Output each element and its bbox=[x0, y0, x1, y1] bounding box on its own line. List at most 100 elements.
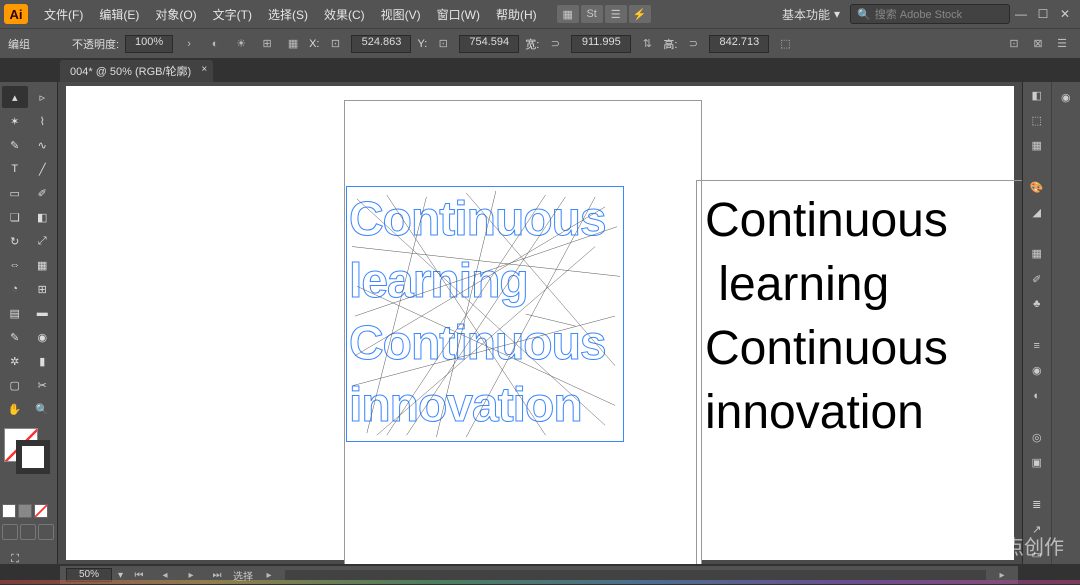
pen-tool[interactable]: ✎ bbox=[2, 134, 28, 156]
workspace-switcher[interactable]: 基本功能 ▾ bbox=[782, 6, 840, 23]
canvas-viewport[interactable]: Continuous learning Continuous innovatio… bbox=[58, 82, 1022, 564]
cc-home-icon[interactable]: ◉ bbox=[1055, 86, 1077, 108]
curvature-tool[interactable]: ∿ bbox=[30, 134, 56, 156]
edit-icon[interactable]: ⊠ bbox=[1028, 34, 1048, 54]
color-guide-panel-icon[interactable]: ◢ bbox=[1026, 203, 1048, 222]
line-tool[interactable]: ╱ bbox=[30, 158, 56, 180]
symbols-panel-icon[interactable]: ♣ bbox=[1026, 295, 1048, 314]
brushes-panel-icon[interactable]: ✐ bbox=[1026, 270, 1048, 289]
window-close[interactable]: ✕ bbox=[1054, 7, 1076, 21]
shaper-tool[interactable]: ❏ bbox=[2, 206, 28, 228]
draw-normal[interactable] bbox=[2, 524, 18, 540]
anchor-h-icon[interactable]: ⊃ bbox=[683, 34, 703, 54]
hand-tool[interactable]: ✋ bbox=[2, 398, 28, 420]
direct-selection-tool[interactable]: ▹ bbox=[30, 86, 56, 108]
mesh-tool[interactable]: ▤ bbox=[2, 302, 28, 324]
x-input[interactable]: 524.863 bbox=[351, 35, 411, 53]
type-tool[interactable]: T bbox=[2, 158, 28, 180]
paintbrush-tool[interactable]: ✐ bbox=[30, 182, 56, 204]
h-input[interactable]: 842.713 bbox=[709, 35, 769, 53]
opacity-input[interactable]: 100% bbox=[125, 35, 173, 53]
menu-window[interactable]: 窗口(W) bbox=[429, 6, 488, 23]
draw-behind[interactable] bbox=[20, 524, 36, 540]
isolate-icon[interactable]: ⊡ bbox=[1004, 34, 1024, 54]
style-icon[interactable]: ◐ bbox=[205, 34, 225, 54]
eyedropper-tool[interactable]: ✎ bbox=[2, 326, 28, 348]
work-area: ▴▹ ✶⌇ ✎∿ T╱ ▭✐ ❏◧ ↻⤢ ⇔▦ ◔⊞ ▤▬ ✎◉ ✲▮ ▢✂ ✋… bbox=[0, 82, 1080, 564]
layers-panel-icon[interactable]: ≣ bbox=[1026, 495, 1048, 514]
recolor-icon[interactable]: ☀ bbox=[231, 34, 251, 54]
w-input[interactable]: 911.995 bbox=[571, 35, 631, 53]
swatches-panel-icon[interactable]: ▦ bbox=[1026, 244, 1048, 263]
artboard-tool[interactable]: ▢ bbox=[2, 374, 28, 396]
magic-wand-tool[interactable]: ✶ bbox=[2, 110, 28, 132]
transparency-panel-icon[interactable]: ◐ bbox=[1026, 386, 1048, 405]
y-input[interactable]: 754.594 bbox=[459, 35, 519, 53]
libraries-panel-icon[interactable]: ⬚ bbox=[1026, 111, 1048, 130]
menu-select[interactable]: 选择(S) bbox=[260, 6, 316, 23]
arrange-icon[interactable]: ☰ bbox=[605, 5, 627, 23]
width-tool[interactable]: ⇔ bbox=[2, 254, 28, 276]
window-max[interactable]: ☐ bbox=[1032, 7, 1054, 21]
draw-inside[interactable] bbox=[38, 524, 54, 540]
stroke-swatch[interactable] bbox=[16, 440, 50, 474]
lock-ratio-icon[interactable]: ⇅ bbox=[637, 34, 657, 54]
menu-object[interactable]: 对象(O) bbox=[147, 6, 204, 23]
color-mode-none[interactable] bbox=[34, 504, 48, 518]
color-panel-icon[interactable]: 🎨 bbox=[1026, 178, 1048, 197]
properties-panel-icon[interactable]: ◧ bbox=[1026, 86, 1048, 105]
anchor-y-icon[interactable]: ⊡ bbox=[433, 34, 453, 54]
export-panel-icon[interactable]: ▦ bbox=[1026, 136, 1048, 155]
stock-icon[interactable]: St bbox=[581, 5, 603, 23]
gpu-icon[interactable]: ⚡ bbox=[629, 5, 651, 23]
zoom-tool[interactable]: 🔍 bbox=[30, 398, 56, 420]
screen-mode-tool[interactable]: ⛶ bbox=[2, 548, 28, 570]
options-icon[interactable]: ☰ bbox=[1052, 34, 1072, 54]
toolbox: ▴▹ ✶⌇ ✎∿ T╱ ▭✐ ❏◧ ↻⤢ ⇔▦ ◔⊞ ▤▬ ✎◉ ✲▮ ▢✂ ✋… bbox=[0, 82, 58, 564]
opacity-label: 不透明度: bbox=[72, 36, 119, 52]
link-wh-icon[interactable]: ⊃ bbox=[545, 34, 565, 54]
align-icon[interactable]: ⊞ bbox=[257, 34, 277, 54]
scale-tool[interactable]: ⤢ bbox=[30, 230, 56, 252]
rotate-tool[interactable]: ↻ bbox=[2, 230, 28, 252]
stroke-panel-icon[interactable]: ≡ bbox=[1026, 336, 1048, 355]
chevron-right-icon[interactable]: › bbox=[179, 34, 199, 54]
gradient-panel-icon[interactable]: ◉ bbox=[1026, 361, 1048, 380]
document-tab[interactable]: 004* @ 50% (RGB/轮廓) × bbox=[60, 60, 213, 82]
shape-mode-icon[interactable]: ⬚ bbox=[775, 34, 795, 54]
selection-bounding-box[interactable]: Continuous learning Continuous innovatio… bbox=[346, 186, 624, 442]
color-mode-gradient[interactable] bbox=[18, 504, 32, 518]
menu-type[interactable]: 文字(T) bbox=[205, 6, 260, 23]
blend-tool[interactable]: ◉ bbox=[30, 326, 56, 348]
perspective-tool[interactable]: ⊞ bbox=[30, 278, 56, 300]
fill-stroke-swatches[interactable] bbox=[2, 426, 55, 480]
menu-file[interactable]: 文件(F) bbox=[36, 6, 91, 23]
menu-effect[interactable]: 效果(C) bbox=[316, 6, 373, 23]
color-mode-solid[interactable] bbox=[2, 504, 16, 518]
chevron-down-icon[interactable]: ▾ bbox=[118, 570, 123, 581]
search-input[interactable]: 🔍 搜索 Adobe Stock bbox=[850, 4, 1010, 24]
eraser-tool[interactable]: ◧ bbox=[30, 206, 56, 228]
symbol-sprayer-tool[interactable]: ✲ bbox=[2, 350, 28, 372]
column-graph-tool[interactable]: ▮ bbox=[30, 350, 56, 372]
preview-text: Continuous learning Continuous innovatio… bbox=[697, 181, 1022, 453]
free-transform-tool[interactable]: ▦ bbox=[30, 254, 56, 276]
anchor-icon[interactable]: ⊡ bbox=[325, 34, 345, 54]
menu-view[interactable]: 视图(V) bbox=[373, 6, 429, 23]
shape-builder-tool[interactable]: ◔ bbox=[2, 278, 28, 300]
menu-help[interactable]: 帮助(H) bbox=[488, 6, 545, 23]
menu-edit[interactable]: 编辑(E) bbox=[91, 6, 147, 23]
rectangle-tool[interactable]: ▭ bbox=[2, 182, 28, 204]
align-to-icon[interactable]: ▦ bbox=[283, 34, 303, 54]
horizontal-scrollbar[interactable] bbox=[285, 570, 986, 580]
bridge-icon[interactable]: ▦ bbox=[557, 5, 579, 23]
appearance-panel-icon[interactable]: ◎ bbox=[1026, 428, 1048, 447]
tab-close-icon[interactable]: × bbox=[201, 64, 207, 75]
gradient-tool[interactable]: ▬ bbox=[30, 302, 56, 324]
window-min[interactable]: — bbox=[1010, 7, 1032, 21]
selection-tool[interactable]: ▴ bbox=[2, 86, 28, 108]
graphic-styles-panel-icon[interactable]: ▣ bbox=[1026, 453, 1048, 472]
workspace-label: 基本功能 bbox=[782, 6, 830, 23]
lasso-tool[interactable]: ⌇ bbox=[30, 110, 56, 132]
slice-tool[interactable]: ✂ bbox=[30, 374, 56, 396]
